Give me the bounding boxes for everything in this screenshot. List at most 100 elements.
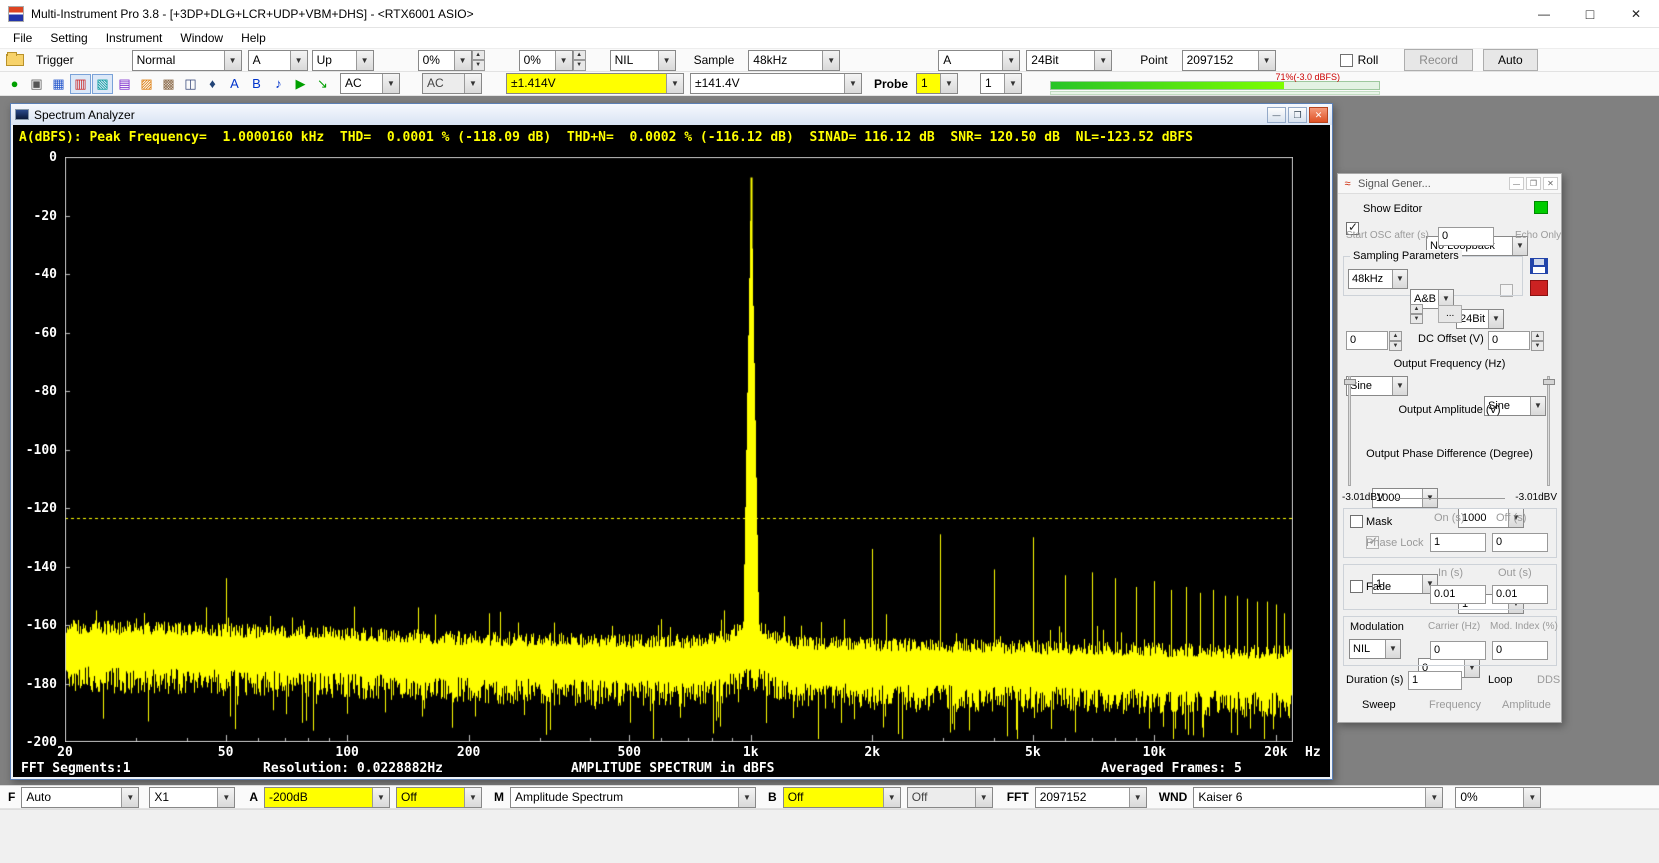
zoom-select[interactable]: X1: [149, 787, 235, 808]
fade-checkbox[interactable]: [1350, 580, 1363, 593]
app-title: Multi-Instrument Pro 3.8 - [+3DP+DLG+LCR…: [31, 7, 474, 21]
mod-index-input[interactable]: 0: [1492, 641, 1548, 660]
carrier-input[interactable]: 0: [1430, 641, 1486, 660]
generator-on-button[interactable]: [1534, 201, 1548, 214]
b-range-select[interactable]: Off: [783, 787, 901, 808]
a-ref-select[interactable]: Off: [396, 787, 482, 808]
coupling-b-select[interactable]: AC: [422, 73, 482, 94]
zoom-a-icon[interactable]: A: [224, 74, 245, 94]
device-test-plan-icon[interactable]: ◫: [180, 74, 201, 94]
dc-offset-a-spinner[interactable]: [1389, 331, 1402, 350]
window-function-select[interactable]: Kaiser 6: [1193, 787, 1443, 808]
mask-checkbox[interactable]: [1350, 515, 1363, 528]
menu-instrument[interactable]: Instrument: [97, 29, 172, 47]
fade-out-input[interactable]: 0.01: [1492, 585, 1548, 604]
mode-select[interactable]: Amplitude Spectrum: [510, 787, 756, 808]
modulation-type-select[interactable]: NIL: [1349, 639, 1401, 659]
probe-a-select[interactable]: 1: [916, 73, 958, 94]
hot-tips-icon[interactable]: ♦: [202, 74, 223, 94]
amplitude-a-slider[interactable]: [1348, 376, 1351, 486]
app-close-button[interactable]: [1613, 0, 1659, 27]
trigger-edge-select[interactable]: Up: [312, 50, 374, 71]
a-range-select[interactable]: -200dB: [264, 787, 390, 808]
amplitude-b-slider[interactable]: [1547, 376, 1550, 486]
dds-stream-icon[interactable]: [1530, 280, 1548, 296]
mask-off-input[interactable]: 0: [1492, 533, 1548, 552]
sampling-parameters-group: Sampling Parameters 48kHz A&B 24Bit: [1343, 256, 1523, 296]
start-osc-input[interactable]: 0: [1438, 227, 1494, 246]
overlap-select[interactable]: 0%: [1455, 787, 1541, 808]
coupling-a-select[interactable]: AC: [340, 73, 400, 94]
play-icon[interactable]: ▶: [290, 74, 311, 94]
sample-bits-select[interactable]: 24Bit: [1026, 50, 1112, 71]
point-label: Point: [1140, 53, 1167, 67]
spectrum-close-button[interactable]: [1309, 107, 1328, 123]
spectrum-3d-plot-icon[interactable]: ▨: [136, 74, 157, 94]
app-titlebar[interactable]: Multi-Instrument Pro 3.8 - [+3DP+DLG+LCR…: [0, 0, 1659, 28]
sampling-parameters-title: Sampling Parameters: [1350, 250, 1462, 262]
trigger-hpf-select[interactable]: NIL: [610, 50, 676, 71]
spectrum-titlebar[interactable]: Spectrum Analyzer: [11, 104, 1332, 125]
siggen-bits-select[interactable]: 24Bit: [1456, 309, 1504, 329]
run-icon[interactable]: ●: [4, 74, 25, 94]
siggen-close-button[interactable]: [1543, 177, 1558, 190]
siggen-titlebar[interactable]: Signal Gener...: [1338, 174, 1561, 194]
sound-device-icon[interactable]: ♪: [268, 74, 289, 94]
input-level-track: [1050, 81, 1380, 90]
trigger-delay-spinner[interactable]: [573, 50, 586, 71]
open-icon[interactable]: [6, 54, 24, 66]
menu-file[interactable]: File: [4, 29, 41, 47]
x-tick-label: 20: [41, 745, 89, 760]
siggen-maximize-button[interactable]: [1526, 177, 1541, 190]
point-select[interactable]: 2097152: [1182, 50, 1276, 71]
camera-icon[interactable]: ▣: [26, 74, 47, 94]
data-logger-icon[interactable]: ▩: [158, 74, 179, 94]
siggen-rate-select[interactable]: 48kHz: [1348, 269, 1408, 289]
spectrum-minimize-button[interactable]: [1267, 107, 1286, 123]
spectrum-analyzer-icon[interactable]: ▥: [70, 74, 91, 94]
menu-setting[interactable]: Setting: [41, 29, 96, 47]
roll-checkbox[interactable]: [1340, 54, 1353, 67]
wave-library-button[interactable]: ...: [1438, 305, 1462, 323]
loop-label: Loop: [1488, 674, 1512, 686]
signal-generator-icon[interactable]: ▧: [92, 74, 113, 94]
siggen-minimize-button[interactable]: [1509, 177, 1524, 190]
trigger-source-select[interactable]: A: [248, 50, 308, 71]
oscilloscope-icon[interactable]: ▦: [48, 74, 69, 94]
menu-help[interactable]: Help: [232, 29, 275, 47]
frequency-axis-select[interactable]: Auto: [21, 787, 139, 808]
waveform-a-spinner[interactable]: [1410, 304, 1423, 324]
sweep-amplitude-label: Amplitude: [1502, 699, 1551, 711]
trigger-level-select[interactable]: 0%: [418, 50, 472, 71]
spectrum-restore-button[interactable]: [1288, 107, 1307, 123]
app-maximize-button[interactable]: [1567, 0, 1613, 27]
record-button[interactable]: Record: [1404, 49, 1473, 71]
auto-button[interactable]: Auto: [1483, 49, 1538, 71]
range-b-select[interactable]: ±141.4V: [690, 73, 862, 94]
dc-offset-b-input[interactable]: 0: [1488, 331, 1530, 350]
sample-rate-select[interactable]: 48kHz: [748, 50, 840, 71]
sample-channel-select[interactable]: A: [938, 50, 1020, 71]
b-ref-select[interactable]: Off: [907, 787, 993, 808]
multimeter-icon[interactable]: ▤: [114, 74, 135, 94]
fft-size-select[interactable]: 2097152: [1035, 787, 1147, 808]
start-osc-label: Start OSC after (s): [1346, 230, 1429, 241]
dc-offset-a-input[interactable]: 0: [1346, 331, 1388, 350]
trigger-mode-select[interactable]: Normal: [132, 50, 242, 71]
dc-offset-b-spinner[interactable]: [1531, 331, 1544, 350]
probe-b-select[interactable]: 1: [980, 73, 1022, 94]
mask-on-input[interactable]: 1: [1430, 533, 1486, 552]
trigger-level-spinner[interactable]: [472, 50, 485, 71]
trigger-delay-select[interactable]: 0%: [519, 50, 573, 71]
phase-slider[interactable]: [1394, 498, 1505, 499]
fade-label: Fade: [1366, 581, 1391, 593]
range-a-select[interactable]: ±1.414V: [506, 73, 684, 94]
spectrum-canvas[interactable]: [65, 157, 1293, 742]
menu-window[interactable]: Window: [171, 29, 232, 47]
duration-input[interactable]: 1: [1408, 671, 1462, 690]
fade-in-input[interactable]: 0.01: [1430, 585, 1486, 604]
app-minimize-button[interactable]: [1521, 0, 1567, 27]
save-icon[interactable]: [1530, 258, 1548, 274]
zoom-b-icon[interactable]: B: [246, 74, 267, 94]
upload-icon[interactable]: ↘: [312, 74, 333, 94]
